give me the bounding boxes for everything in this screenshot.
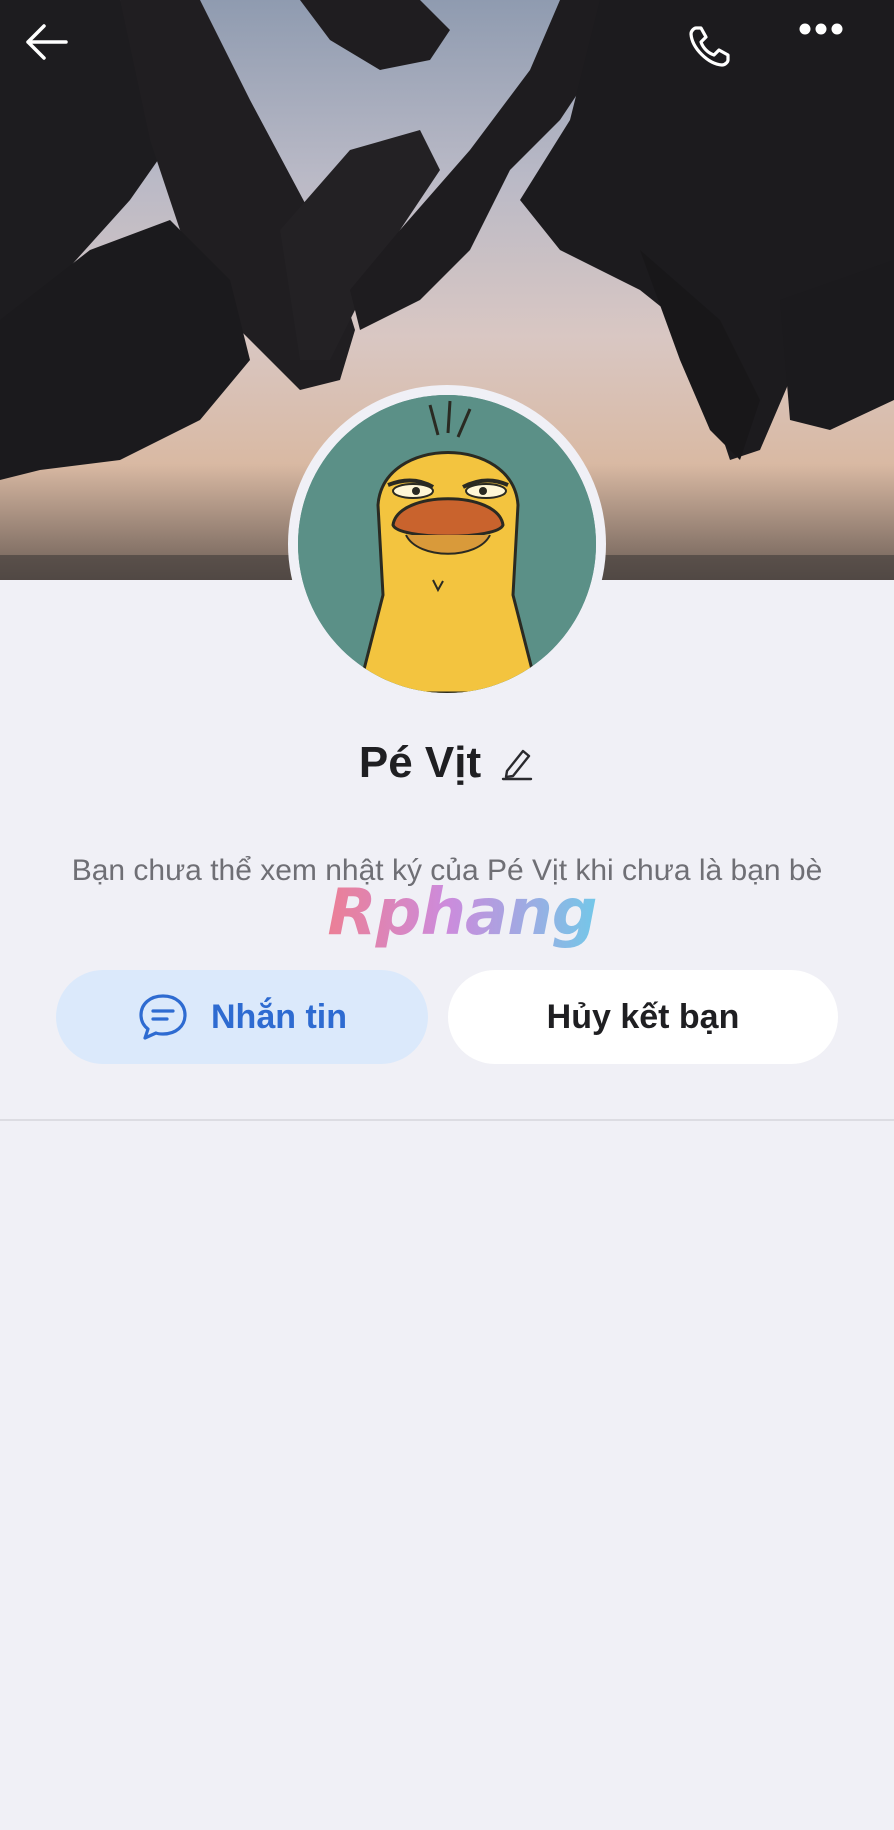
section-divider xyxy=(0,1119,894,1121)
profile-name: Pé Vịt xyxy=(358,738,482,787)
phone-icon xyxy=(689,26,730,67)
unfriend-button-label: Hủy kết bạn xyxy=(546,997,740,1036)
chat-bubble-icon xyxy=(139,994,187,1040)
unfriend-button[interactable]: Hủy kết bạn xyxy=(448,970,838,1064)
pencil-icon[interactable] xyxy=(499,745,535,781)
avatar[interactable] xyxy=(298,395,596,693)
duck-avatar-image xyxy=(298,395,596,693)
message-button-label: Nhắn tin xyxy=(211,997,347,1036)
more-horizontal-icon xyxy=(799,23,843,35)
profile-name-row: Pé Vịt xyxy=(0,738,894,788)
more-options-button[interactable] xyxy=(798,22,878,92)
message-button[interactable]: Nhắn tin xyxy=(56,970,428,1064)
arrow-left-icon xyxy=(26,24,68,60)
watermark-logo: Rphang xyxy=(312,876,612,950)
back-button[interactable] xyxy=(24,22,104,92)
call-button[interactable] xyxy=(686,22,766,92)
